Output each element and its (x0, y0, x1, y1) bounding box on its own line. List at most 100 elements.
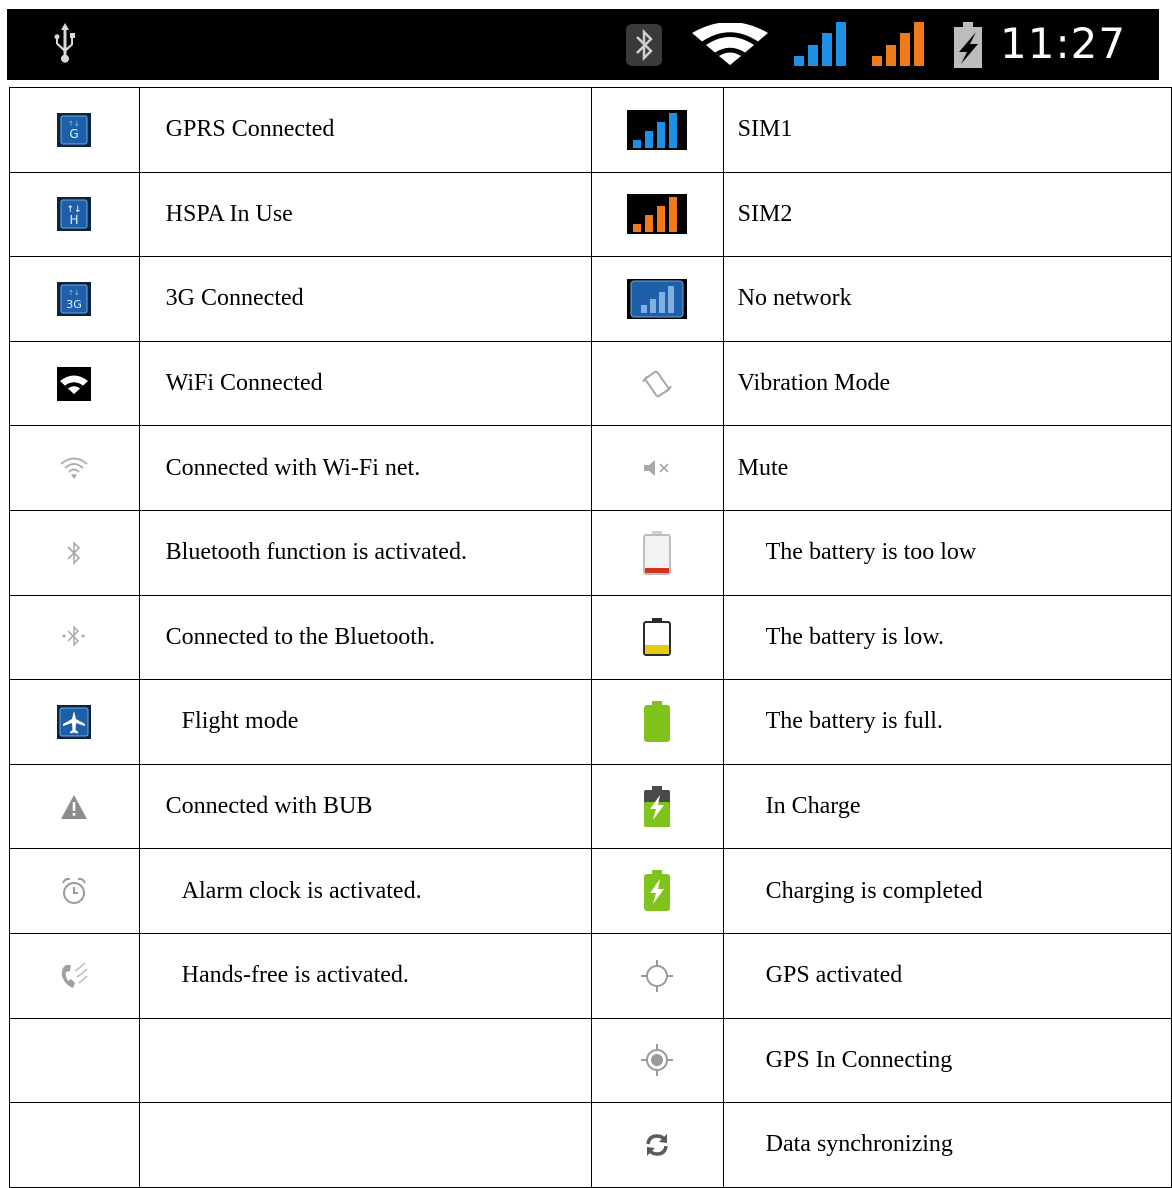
bluetooth-connected-icon (62, 625, 85, 648)
table-row: Hands-free is activated. GPS activated (9, 932, 1172, 1019)
list-item: SIM2 (722, 171, 1172, 258)
icon-cell (590, 340, 724, 427)
icon-cell (590, 1102, 724, 1188)
signal-sim1-icon (794, 22, 846, 66)
icon-cell (590, 509, 724, 596)
svg-text:↑↓: ↑↓ (68, 120, 80, 128)
status-bar: 11:27 (7, 9, 1159, 80)
hands-free-icon (62, 962, 88, 988)
table-row: 3G ↑↓ 3G Connected No network (9, 256, 1172, 342)
battery-too-low-icon (643, 530, 672, 575)
list-item: Connected with Wi-Fi net. (138, 425, 592, 511)
alarm-clock-icon (62, 877, 87, 905)
list-item: GPRS Connected (138, 87, 592, 173)
bluetooth-icon (67, 540, 81, 565)
icon-cell (9, 1017, 140, 1104)
flight-mode-icon (57, 704, 92, 739)
gprs-icon: G↑↓ (57, 112, 92, 147)
list-item: SIM1 (722, 87, 1172, 173)
icon-cell (9, 848, 140, 934)
list-item: Connected to the Bluetooth. (138, 594, 592, 681)
icon-cell (9, 932, 140, 1019)
list-item: HSPA In Use (138, 171, 592, 258)
list-item: GPS activated (722, 932, 1172, 1019)
list-item: 3G Connected (138, 256, 592, 342)
icon-cell: 3G ↑↓ (9, 256, 140, 342)
icon-cell (590, 87, 724, 173)
signal-sim1-icon (627, 109, 688, 150)
table-row: WiFi Connected Vibration Mode (9, 340, 1172, 427)
no-network-icon (627, 278, 688, 319)
sync-icon (646, 1133, 668, 1156)
battery-low-icon (643, 618, 672, 657)
table-row: Flight mode The battery is full. (9, 679, 1172, 765)
list-item (138, 1017, 592, 1104)
hspa-icon: H↑↓ (57, 197, 92, 232)
table-row: Connected to the Bluetooth. The battery … (9, 594, 1172, 681)
table-row: Connected with Wi-Fi net. Mute (9, 425, 1172, 511)
3g-icon: 3G↑↓ (57, 281, 92, 316)
list-item: The battery is low. (722, 594, 1172, 681)
list-item: GPS In Connecting (722, 1017, 1172, 1104)
list-item: Data synchronizing (722, 1102, 1172, 1188)
table-row: Data synchronizing (9, 1102, 1172, 1188)
icon-cell (9, 679, 140, 765)
list-item: The battery is too low (722, 509, 1172, 596)
list-item: Bluetooth function is activated. (138, 509, 592, 596)
icon-cell (9, 425, 140, 511)
list-item (138, 1102, 592, 1188)
battery-charging-icon (954, 22, 982, 68)
icon-cell (9, 509, 140, 596)
usb-icon (54, 23, 75, 63)
battery-charging-icon (644, 785, 671, 827)
list-item: The battery is full. (722, 679, 1172, 765)
list-item: Hands-free is activated. (138, 932, 592, 1019)
list-item: In Charge (722, 763, 1172, 850)
wifi-icon (692, 23, 768, 65)
mute-icon (644, 460, 669, 477)
icon-cell (590, 171, 724, 258)
icon-cell (590, 932, 724, 1019)
svg-text:↑↓: ↑↓ (67, 205, 82, 215)
icon-cell: H ↑↓ (9, 171, 140, 258)
table-row: H ↑↓ HSPA In Use SIM2 (9, 171, 1172, 258)
list-item: No network (722, 256, 1172, 342)
table-row: Connected with BUB In Charge (9, 763, 1172, 850)
icon-cell (590, 679, 724, 765)
list-item: Flight mode (138, 679, 592, 765)
list-item: WiFi Connected (138, 340, 592, 427)
signal-sim2-icon (872, 22, 924, 66)
icon-cell (590, 256, 724, 342)
icon-cell (9, 594, 140, 681)
wifi-net-icon (60, 457, 88, 480)
svg-text:G: G (70, 127, 79, 141)
list-item: Connected with BUB (138, 763, 592, 850)
wifi-connected-icon (57, 366, 92, 401)
table-row: GPS In Connecting (9, 1017, 1172, 1104)
battery-charged-icon (644, 870, 671, 912)
table-row: G ↑↓ GPRS Connected SIM1 (9, 87, 1172, 173)
battery-full-icon (644, 700, 671, 742)
table-row: Alarm clock is activated. Charging is co… (9, 848, 1172, 934)
icon-cell (9, 763, 140, 850)
svg-text:↑↓: ↑↓ (68, 289, 80, 297)
icon-cell: G ↑↓ (9, 87, 140, 173)
svg-text:3G: 3G (67, 298, 83, 311)
icon-cell (590, 1017, 724, 1104)
table-row: Bluetooth function is activated. The bat… (9, 509, 1172, 596)
icon-cell (9, 340, 140, 427)
list-item: Charging is completed (722, 848, 1172, 934)
gps-activated-icon (641, 959, 674, 992)
svg-text:H: H (70, 213, 79, 227)
icon-cell (9, 1102, 140, 1188)
icon-cell (590, 848, 724, 934)
warning-icon (61, 794, 88, 819)
icon-cell (590, 594, 724, 681)
bluetooth-icon (626, 24, 662, 66)
icon-cell (590, 763, 724, 850)
list-item: Vibration Mode (722, 340, 1172, 427)
clock-time: 11:27 (1000, 19, 1127, 68)
status-icon-legend-table: G ↑↓ GPRS Connected SIM1 H ↑↓ HSPA In Use … (9, 87, 1172, 1188)
vibration-icon (642, 370, 672, 397)
signal-sim2-icon (627, 194, 688, 235)
